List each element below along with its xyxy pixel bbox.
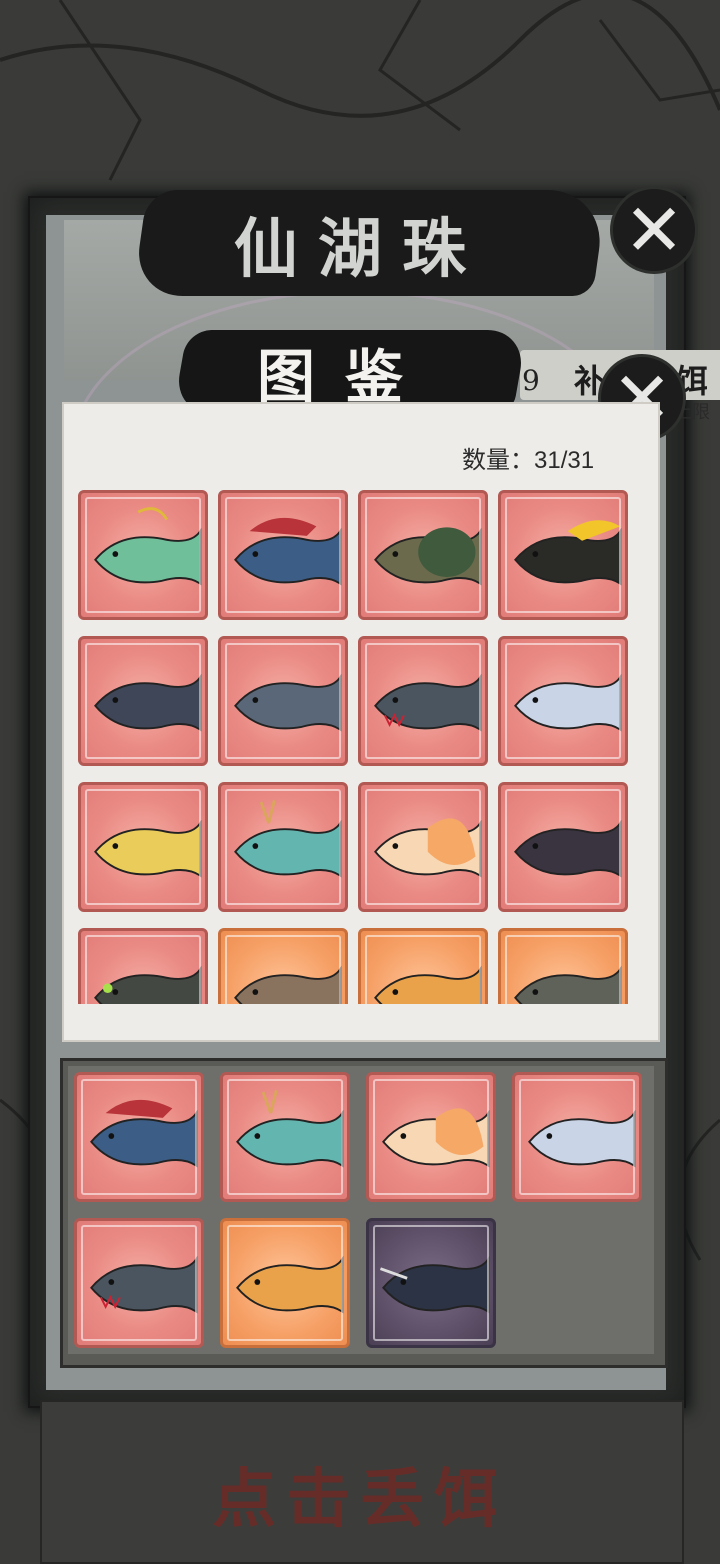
anglerfish-icon: [94, 966, 202, 1004]
fish-card[interactable]: [218, 490, 348, 620]
fish-card[interactable]: [358, 490, 488, 620]
red-maned-beast-fish-icon: [90, 1099, 198, 1168]
antlered-rainbow-fish-icon: [234, 799, 342, 878]
white-tilapia-icon: [528, 1110, 636, 1168]
flame-goldfish-icon: [382, 1108, 490, 1168]
cast-bait-label[interactable]: 点击丢饵: [200, 1448, 520, 1540]
fanged-monster-fish-icon: [374, 674, 482, 732]
tiger-shark-icon: [234, 966, 342, 1004]
golden-carp-icon: [236, 1256, 344, 1314]
fish-card[interactable]: [78, 490, 208, 620]
fish-card[interactable]: [78, 928, 208, 1004]
antlered-rainbow-fish-icon: [236, 1089, 344, 1168]
jade-dragon-icon: [94, 507, 202, 586]
narwhal-icon: [379, 1256, 490, 1314]
flame-goldfish-icon: [374, 818, 482, 878]
fish-card[interactable]: [220, 1072, 350, 1202]
fish-card[interactable]: [498, 782, 628, 912]
fish-card[interactable]: [498, 928, 628, 1004]
snapping-turtle-icon: [374, 527, 482, 586]
fish-card[interactable]: [512, 1072, 642, 1202]
fish-card[interactable]: [78, 782, 208, 912]
close-icon: ✕: [623, 188, 685, 272]
collection-grid[interactable]: [78, 490, 634, 1004]
golden-carp-icon: [374, 966, 482, 1004]
fish-card[interactable]: [498, 490, 628, 620]
fish-card[interactable]: [366, 1218, 496, 1348]
fish-card[interactable]: [74, 1218, 204, 1348]
dialog-title: 仙湖珠: [234, 212, 486, 287]
white-tilapia-icon: [514, 674, 622, 732]
fish-card[interactable]: [358, 782, 488, 912]
sturgeon-icon: [514, 966, 622, 1004]
fanged-monster-fish-icon: [90, 1256, 198, 1314]
fish-card[interactable]: [218, 636, 348, 766]
grey-whale-icon: [234, 674, 342, 732]
whale-icon: [94, 674, 202, 732]
close-button-outer[interactable]: ✕: [610, 186, 698, 274]
caught-tray-inner: [68, 1066, 654, 1354]
bait-count: 9: [522, 364, 540, 397]
golden-dragon-fish-icon: [94, 820, 202, 878]
fish-card[interactable]: [498, 636, 628, 766]
fish-card[interactable]: [220, 1218, 350, 1348]
collection-count: 数量：31/31: [462, 447, 595, 474]
black-yellow-catfish-icon: [514, 520, 622, 586]
fish-card[interactable]: [366, 1072, 496, 1202]
fish-card[interactable]: [218, 928, 348, 1004]
fish-card[interactable]: [358, 636, 488, 766]
red-maned-beast-fish-icon: [234, 517, 342, 586]
fish-card[interactable]: [358, 928, 488, 1004]
fish-card[interactable]: [74, 1072, 204, 1202]
dark-shark-icon: [514, 820, 622, 878]
fish-card[interactable]: [218, 782, 348, 912]
fish-card[interactable]: [78, 636, 208, 766]
